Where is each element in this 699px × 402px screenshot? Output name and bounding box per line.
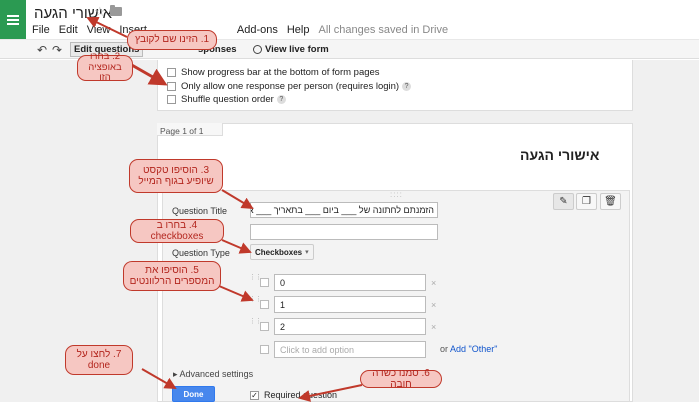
callout-3: 3. הוסיפו טקסט שיופיע בגוף המייל — [129, 159, 223, 193]
callout-5: 5. הוסיפו את המספרים הרלוונטים — [123, 261, 221, 291]
callout-1: 1. הזינו שם לקובץ — [127, 30, 217, 50]
callout-7: 7. לחצו על done — [65, 345, 133, 375]
arrow-to-type-select — [221, 239, 252, 254]
callout-2: 2. בחרו באופציה הזו — [77, 51, 133, 83]
arrow-to-title-input — [221, 189, 254, 210]
callout-6: 6. סמנו כשדה חובה — [360, 368, 442, 390]
arrow-to-required — [298, 384, 363, 402]
callout-4: 4. בחרו ב checkboxes — [130, 219, 224, 243]
arrow-to-title — [86, 16, 128, 38]
arrow-to-done — [141, 368, 177, 389]
arrow-to-one-response — [129, 62, 168, 86]
